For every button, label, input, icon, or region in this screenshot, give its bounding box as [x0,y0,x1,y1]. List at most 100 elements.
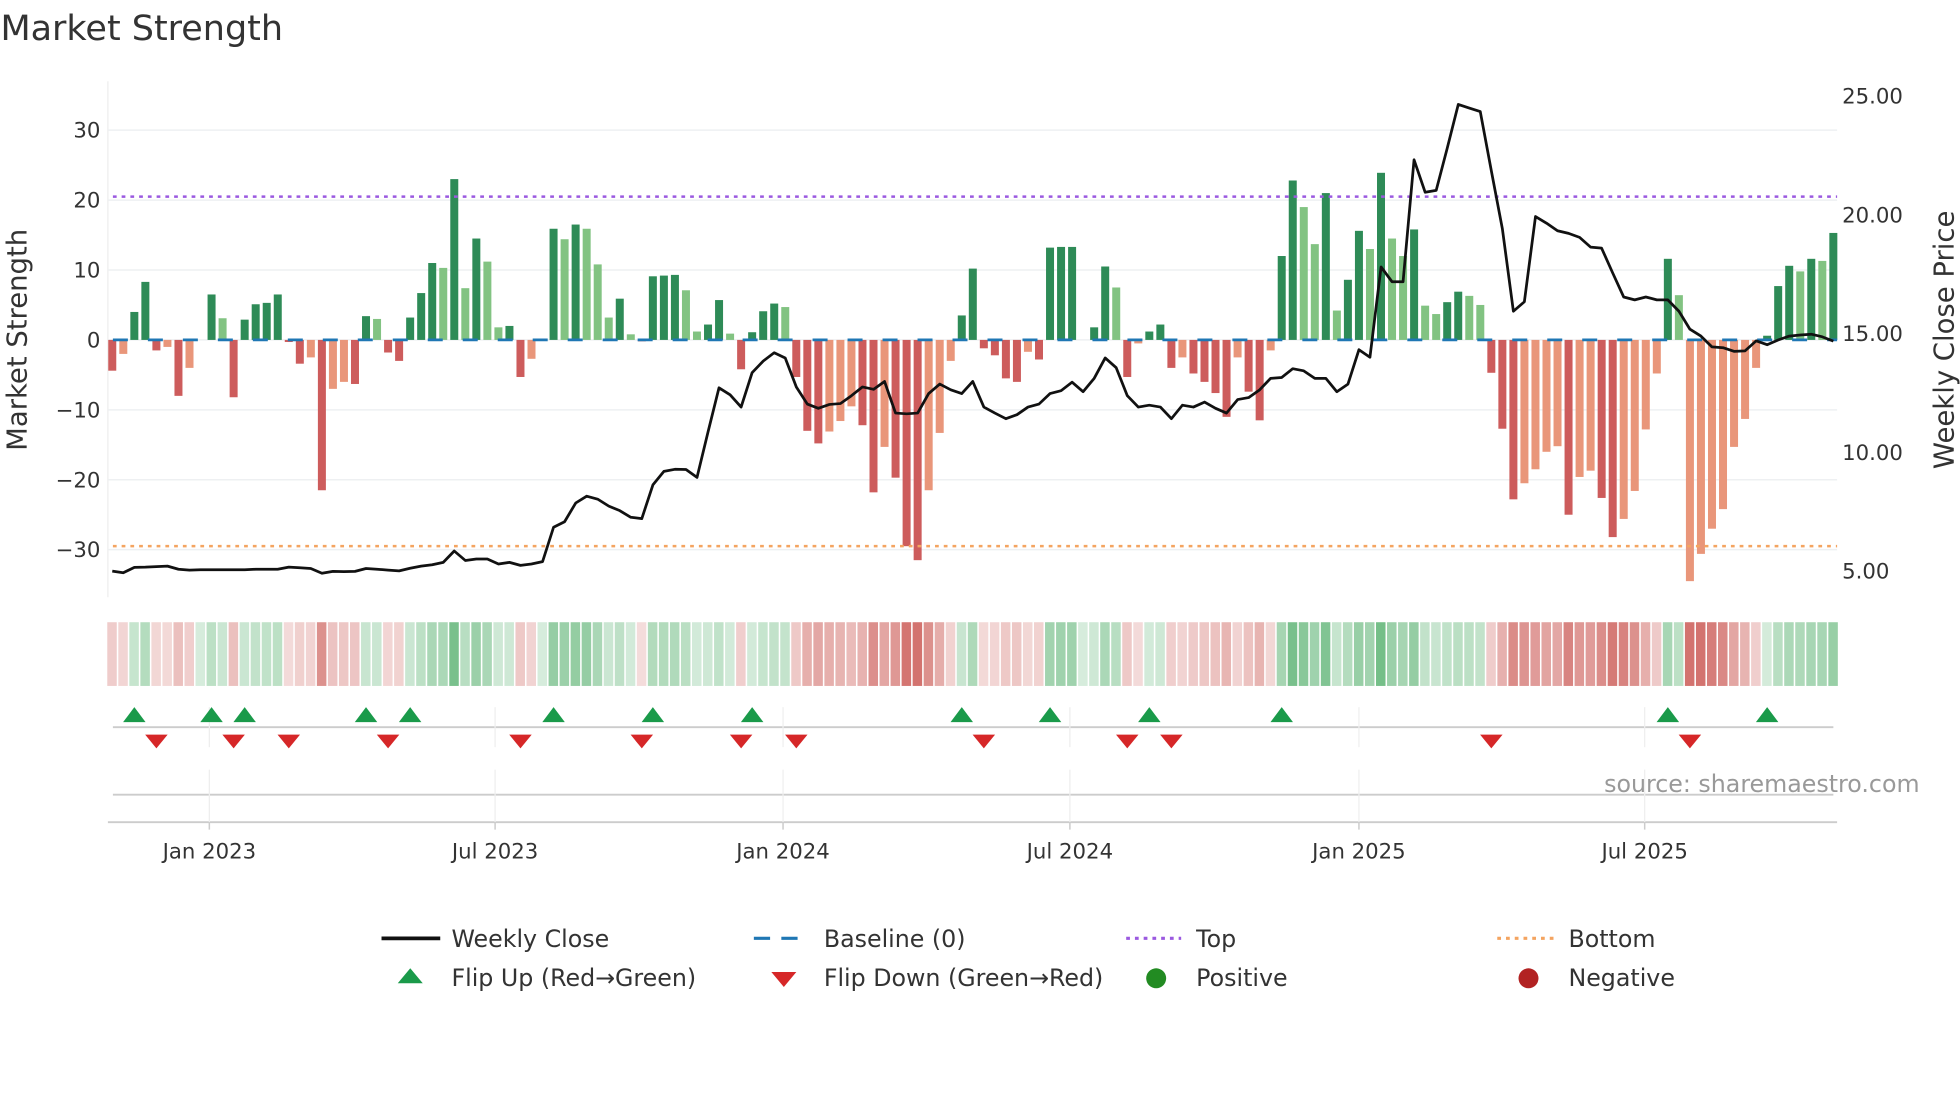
flip-down-marker [376,734,400,749]
negative-bar [902,339,911,547]
strip-cell [747,622,757,686]
strip-cell [427,622,437,686]
market-strength-chart: Market Strength 30 20 10 0 −10 −20 −30 25.00 20.… [0,9,1960,992]
strip-cell [1188,622,1198,686]
legend-flip-down-label: Flip Down (Green→Red) [824,964,1103,992]
strip-cell [934,622,945,686]
strip-cell [327,622,338,686]
strip-cell [736,622,746,686]
positive-bar [450,179,459,340]
strip-cell [383,622,393,686]
strip-cell [1166,622,1176,686]
negative-bar [119,339,128,354]
positive-bar [648,276,657,340]
strip-cell [1618,622,1629,686]
flip-up-marker [1270,707,1293,723]
strip-cell [1298,622,1309,686]
strip-cell [372,622,382,686]
negative-bar [1696,339,1705,554]
flip-down-marker [785,734,808,749]
strip-cell [1596,622,1607,686]
negative-bar [1266,339,1275,351]
positive-bar [1321,193,1330,340]
flip-up-marker [542,707,565,723]
x-tick-label: Jan 2023 [161,839,257,864]
positive-bar [1310,244,1319,340]
strip-cell [1706,622,1717,686]
strip-cell [669,622,680,686]
strip-cell [438,622,448,686]
strip-cell [305,622,316,686]
strip-cell [107,622,117,686]
strip-cell [1420,622,1430,686]
strip-cell [283,622,294,686]
strip-cell [1817,622,1827,686]
strip-cell [1486,622,1496,686]
negative-bar [1487,339,1496,373]
negative-bar [990,339,999,356]
strip-cell [846,622,856,686]
strip-cell [614,622,625,686]
positive-bar [781,307,790,340]
strip-cell [272,622,283,686]
negative-bar [1542,339,1551,452]
strip-cell [923,622,934,686]
positive-bar [1068,246,1077,340]
strip-cell [769,622,779,686]
flip-down-marker [729,734,753,749]
positive-bar [472,238,481,340]
y2-tick-label: 10.00 [1842,441,1903,466]
strip-cell [361,622,371,686]
strip-cell [548,622,559,686]
negative-bar [1719,339,1728,510]
strip-cell [791,622,801,686]
flip-up-marker [233,707,256,723]
strip-cell [460,622,470,686]
strip-cell [261,622,272,686]
positive-bar [262,302,271,340]
positive-bar [759,311,768,340]
y2-tick-label: 5.00 [1842,559,1889,584]
strip-cell [1684,622,1695,686]
positive-bar [1807,258,1816,340]
strip-cell [802,622,812,686]
positive-bar [1299,207,1308,340]
strip-cell [1673,622,1684,686]
strip-cell [1431,622,1441,686]
strip-cell [592,622,603,686]
flip-down-marker [277,734,301,749]
positive-bar [1145,331,1154,340]
strip-cell [1387,622,1397,686]
strip-cell [151,622,161,686]
negative-bar [1189,339,1198,374]
strip-cell [1718,622,1728,686]
flip-down-marker [509,734,532,749]
strip-cell [691,622,702,686]
negative-bar [1730,339,1739,447]
source-label: source: sharemaestro.com [1604,770,1919,798]
strip-cell [1607,622,1618,686]
x-tick-label: Jul 2024 [1025,839,1113,864]
chart-title: Market Strength [0,9,283,49]
positive-bar [1332,310,1341,340]
negative-bar [737,339,746,370]
negative-bar [913,339,922,561]
strip-cell [680,622,691,686]
strip-cell [1695,622,1706,686]
x-tick-label: Jan 2024 [734,839,830,864]
negative-bar [1178,339,1187,358]
positive-bar [1829,232,1838,340]
strip-cell [493,622,503,686]
negative-bar [1575,339,1584,477]
positive-bar [406,317,415,340]
strip-cell [1122,622,1132,686]
strip-cell [1287,622,1298,686]
positive-bar [1454,291,1463,340]
negative-bar [350,339,359,384]
negative-bar [1498,339,1507,429]
x-tick-label: Jul 2025 [1599,839,1687,864]
y-tick-label: −20 [56,468,101,493]
strip-cell [1232,622,1243,686]
strip-cell [1309,622,1320,686]
strip-cell [1078,622,1088,686]
